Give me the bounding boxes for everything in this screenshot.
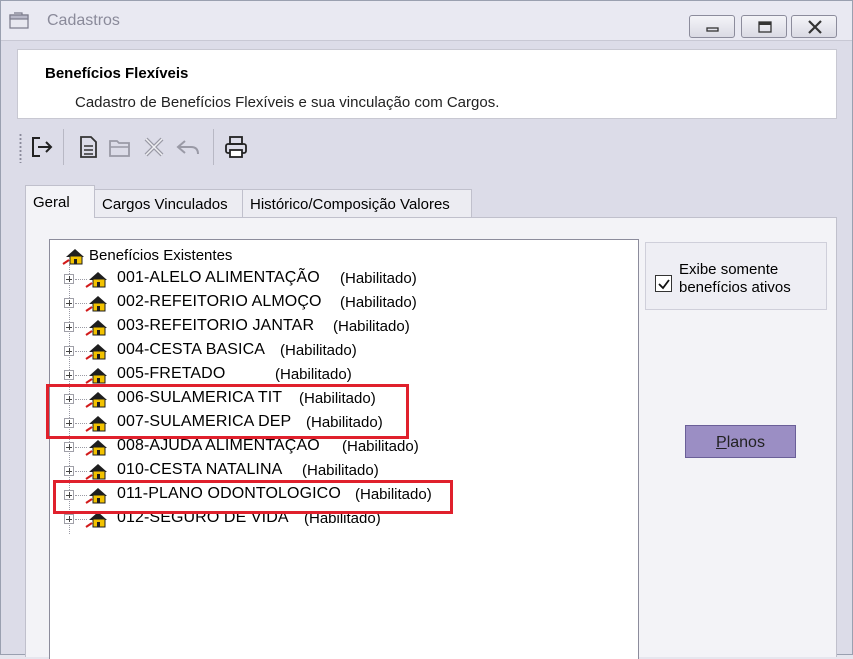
tree-item[interactable]: 008-AJUDA ALIMENTAÇÃO (Habilitado) [58, 437, 618, 461]
highlight-odontologico [53, 480, 453, 514]
minimize-button[interactable] [689, 15, 735, 38]
benefit-icon [85, 440, 107, 456]
highlight-sulamerica [46, 384, 409, 439]
restore-icon [758, 21, 772, 33]
benefit-status: (Habilitado) [340, 270, 417, 287]
benefit-status: (Habilitado) [342, 438, 419, 455]
expand-icon[interactable] [64, 514, 74, 524]
benefit-code: 010-CESTA NATALINA [117, 461, 283, 478]
benefit-code: 004-CESTA BASICA [117, 341, 266, 358]
toolbar-grip[interactable] [19, 133, 22, 163]
benefit-code: 002-REFEITORIO ALMOÇO [117, 293, 322, 310]
close-icon [808, 20, 822, 34]
window-title: Cadastros [47, 12, 120, 29]
options-group: Exibe somente benefícios ativos [645, 242, 827, 310]
tree-item[interactable]: 001-ALELO ALIMENTAÇÃO (Habilitado) [58, 269, 618, 293]
tab-geral[interactable]: Geral [25, 185, 95, 218]
exit-icon[interactable] [29, 133, 55, 161]
tab-cargos-vinculados[interactable]: Cargos Vinculados [94, 189, 243, 217]
expand-icon[interactable] [64, 466, 74, 476]
active-only-label-line2: benefícios ativos [679, 279, 791, 296]
expand-icon[interactable] [64, 274, 74, 284]
active-only-checkbox[interactable] [655, 275, 672, 292]
expand-icon[interactable] [64, 322, 74, 332]
cadastros-window: Cadastros Benefícios Flexíveis Cadastro … [0, 0, 853, 659]
benefit-code: 005-FRETADO [117, 365, 226, 382]
toolbar [17, 123, 837, 173]
benefit-code: 008-AJUDA ALIMENTAÇÃO [117, 437, 320, 454]
active-only-label[interactable]: Exibe somente benefícios ativos [679, 261, 791, 297]
tab-historico-composicao[interactable]: Histórico/Composição Valores [242, 189, 472, 217]
page-description: Cadastro de Benefícios Flexíveis e sua v… [75, 94, 500, 111]
close-button[interactable] [791, 15, 837, 38]
toolbar-separator [63, 129, 64, 165]
benefit-code: 001-ALELO ALIMENTAÇÃO [117, 269, 320, 286]
benefit-icon [85, 464, 107, 480]
expand-icon[interactable] [64, 346, 74, 356]
tree-item[interactable]: 002-REFEITORIO ALMOÇO (Habilitado) [58, 293, 618, 317]
benefit-status: (Habilitado) [333, 318, 410, 335]
minimize-icon [706, 27, 719, 32]
window-app-icon [9, 12, 29, 29]
page-title: Benefícios Flexíveis [45, 65, 189, 82]
benefit-folder-icon [62, 249, 84, 265]
open-folder-icon[interactable] [107, 133, 133, 161]
expand-icon[interactable] [64, 370, 74, 380]
benefit-icon [85, 320, 107, 336]
expand-icon[interactable] [64, 298, 74, 308]
benefit-icon [85, 344, 107, 360]
title-bar[interactable]: Cadastros [1, 1, 852, 41]
tree-root-label: Benefícios Existentes [89, 247, 233, 264]
expand-icon[interactable] [64, 442, 74, 452]
benefit-status: (Habilitado) [302, 462, 379, 479]
planos-button[interactable]: Planos [685, 425, 796, 458]
toolbar-separator [213, 129, 214, 165]
undo-icon[interactable] [175, 133, 201, 161]
new-document-icon[interactable] [75, 133, 101, 161]
planos-accelerator: P [716, 434, 727, 451]
restore-button[interactable] [741, 15, 787, 38]
benefit-icon [85, 296, 107, 312]
benefit-status: (Habilitado) [275, 366, 352, 383]
active-only-label-line1: Exibe somente [679, 261, 779, 278]
delete-icon[interactable] [141, 133, 167, 161]
benefit-status: (Habilitado) [340, 294, 417, 311]
print-icon[interactable] [223, 133, 249, 161]
tree-item[interactable]: 003-REFEITORIO JANTAR (Habilitado) [58, 317, 618, 341]
benefit-icon [85, 272, 107, 288]
tree-item[interactable]: 004-CESTA BASICA (Habilitado) [58, 341, 618, 365]
benefit-icon [85, 368, 107, 384]
planos-label: lanos [726, 434, 765, 451]
checkmark-icon [658, 279, 670, 290]
benefit-code: 003-REFEITORIO JANTAR [117, 317, 315, 334]
benefits-tree[interactable]: Benefícios Existentes 001-ALELO ALIMENTA… [49, 239, 639, 659]
header-panel: Benefícios Flexíveis Cadastro de Benefíc… [17, 49, 837, 119]
benefit-status: (Habilitado) [280, 342, 357, 359]
